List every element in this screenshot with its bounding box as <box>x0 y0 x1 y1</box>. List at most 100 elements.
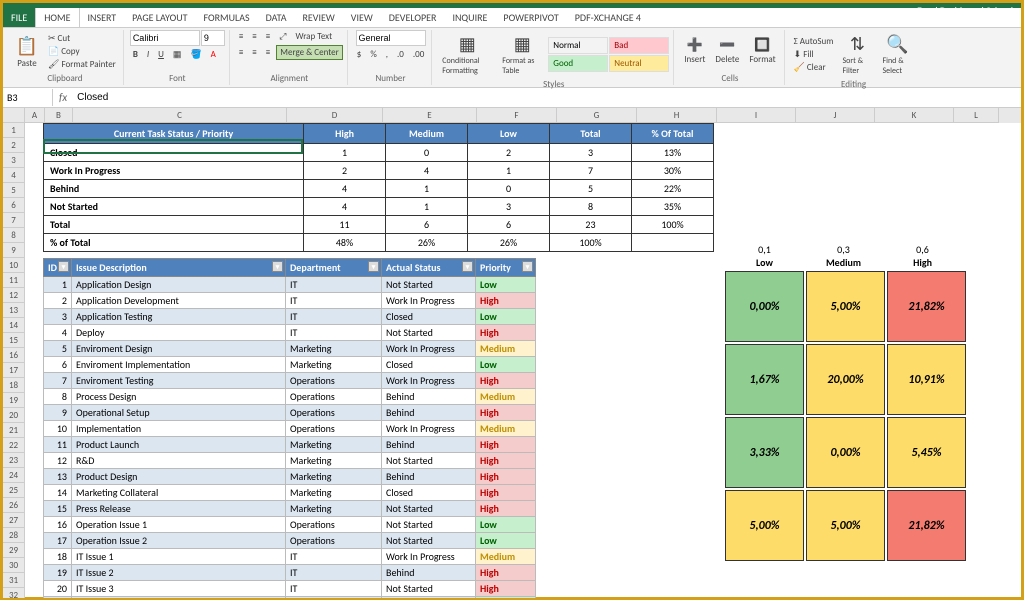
issue-priority[interactable]: Low <box>476 597 536 599</box>
table-row[interactable]: 1Application DesignITNot StartedLow <box>44 277 536 293</box>
summary-cell[interactable]: 100% <box>632 216 714 234</box>
table-row[interactable]: 8Process DesignOperationsBehindMedium <box>44 389 536 405</box>
issue-status[interactable]: Behind <box>382 565 476 581</box>
issue-status[interactable]: Work In Progress <box>382 341 476 357</box>
issue-id[interactable]: 21 <box>44 597 72 599</box>
table-row[interactable]: 4DeployITNot StartedHigh <box>44 325 536 341</box>
issue-priority[interactable]: High <box>476 293 536 309</box>
currency-button[interactable]: $ <box>354 48 365 61</box>
tab-data[interactable]: DATA <box>258 8 295 27</box>
summary-cell[interactable]: 0 <box>468 180 550 198</box>
style-bad[interactable]: Bad <box>609 37 669 54</box>
table-row[interactable]: 2Application DevelopmentITWork In Progre… <box>44 293 536 309</box>
row-header[interactable]: 15 <box>3 333 25 348</box>
summary-cell[interactable]: 5 <box>550 180 632 198</box>
issue-desc[interactable]: Product Design <box>72 469 286 485</box>
issue-priority[interactable]: Low <box>476 517 536 533</box>
issue-priority[interactable]: Medium <box>476 421 536 437</box>
copy-button[interactable]: 📄Copy <box>45 45 119 58</box>
align-mid-button[interactable]: ≡ <box>249 30 259 43</box>
issue-dept[interactable]: Marketing <box>286 437 382 453</box>
name-box[interactable]: B3 <box>3 89 53 106</box>
format-cells-button[interactable]: 🔲Format <box>745 36 779 67</box>
fill-button[interactable]: ⬇Fill <box>791 48 837 61</box>
heatmap-cell[interactable]: 3,33% <box>725 417 804 488</box>
summary-cell[interactable]: Not Started <box>44 198 304 216</box>
row-header[interactable]: 23 <box>3 453 25 468</box>
heatmap-cell[interactable]: 5,00% <box>806 271 885 342</box>
issue-priority[interactable]: Low <box>476 309 536 325</box>
issue-dept[interactable]: IT <box>286 325 382 341</box>
issue-desc[interactable]: IT Issue 1 <box>72 549 286 565</box>
row-header[interactable]: 14 <box>3 318 25 333</box>
issue-desc[interactable]: Application Development <box>72 293 286 309</box>
row-header[interactable]: 20 <box>3 408 25 423</box>
issue-id[interactable]: 18 <box>44 549 72 565</box>
cell-styles-gallery[interactable]: Normal Bad Good Neutral <box>548 37 669 72</box>
summary-cell[interactable]: 3 <box>550 144 632 162</box>
issues-header[interactable]: Actual Status▾ <box>382 259 476 277</box>
summary-cell[interactable]: % of Total <box>44 234 304 252</box>
issue-priority[interactable]: High <box>476 581 536 597</box>
wrap-text-button[interactable]: Wrap Text <box>292 30 335 43</box>
summary-cell[interactable]: 1 <box>386 198 468 216</box>
issue-desc[interactable]: R&D <box>72 453 286 469</box>
heatmap-cell[interactable]: 20,00% <box>806 344 885 415</box>
table-row[interactable]: 13Product DesignMarketingBehindHigh <box>44 469 536 485</box>
table-row[interactable]: 10ImplementationOperationsWork In Progre… <box>44 421 536 437</box>
issue-dept[interactable]: Operations <box>286 389 382 405</box>
issue-status[interactable]: Not Started <box>382 533 476 549</box>
bold-button[interactable]: B <box>130 48 141 61</box>
issue-desc[interactable]: Application Testing <box>72 309 286 325</box>
issue-id[interactable]: 9 <box>44 405 72 421</box>
summary-cell[interactable]: 35% <box>632 198 714 216</box>
style-normal[interactable]: Normal <box>548 37 608 54</box>
select-all-corner[interactable] <box>3 108 25 123</box>
issue-dept[interactable]: Operations <box>286 405 382 421</box>
issue-status[interactable]: Not Started <box>382 581 476 597</box>
issue-dept[interactable]: Operations <box>286 533 382 549</box>
summary-cell[interactable]: 11 <box>304 216 386 234</box>
issue-id[interactable]: 13 <box>44 469 72 485</box>
summary-cell[interactable]: 26% <box>468 234 550 252</box>
issue-priority[interactable]: High <box>476 565 536 581</box>
summary-cell[interactable]: Closed <box>44 144 304 162</box>
table-row[interactable]: 17Operation Issue 2OperationsNot Started… <box>44 533 536 549</box>
row-header[interactable]: 17 <box>3 363 25 378</box>
issue-id[interactable]: 12 <box>44 453 72 469</box>
tab-pdf-xchange-4[interactable]: PDF-XChange 4 <box>567 8 649 27</box>
issue-dept[interactable]: Operations <box>286 517 382 533</box>
tab-view[interactable]: VIEW <box>343 8 381 27</box>
issue-priority[interactable]: High <box>476 485 536 501</box>
tab-file[interactable]: FILE <box>3 8 35 27</box>
summary-cell[interactable]: 4 <box>304 198 386 216</box>
inc-decimal-button[interactable]: .0 <box>394 48 407 61</box>
align-top-button[interactable]: ≡ <box>236 30 246 43</box>
table-row[interactable]: 12R&DMarketingNot StartedHigh <box>44 453 536 469</box>
row-header[interactable]: 27 <box>3 513 25 528</box>
tab-developer[interactable]: DEVELOPER <box>381 8 445 27</box>
issue-dept[interactable]: Operations <box>286 421 382 437</box>
issue-dept[interactable]: Marketing <box>286 597 382 599</box>
align-center-button[interactable]: ≡ <box>249 45 259 60</box>
fill-color-button[interactable]: 🪣 <box>187 48 204 61</box>
merge-center-button[interactable]: Merge & Center <box>276 45 343 60</box>
issue-dept[interactable]: Marketing <box>286 501 382 517</box>
issue-dept[interactable]: Marketing <box>286 453 382 469</box>
issue-dept[interactable]: Marketing <box>286 357 382 373</box>
row-header[interactable]: 22 <box>3 438 25 453</box>
issue-status[interactable]: Behind <box>382 405 476 421</box>
summary-cell[interactable]: 6 <box>468 216 550 234</box>
table-row[interactable]: 5Enviroment DesignMarketingWork In Progr… <box>44 341 536 357</box>
issue-desc[interactable]: Implementation <box>72 421 286 437</box>
issue-status[interactable]: Work In Progress <box>382 549 476 565</box>
issue-desc[interactable]: Operational Setup <box>72 405 286 421</box>
row-header[interactable]: 32 <box>3 588 25 598</box>
tab-inquire[interactable]: INQUIRE <box>444 8 495 27</box>
summary-cell[interactable]: 6 <box>386 216 468 234</box>
issue-status[interactable]: Closed <box>382 485 476 501</box>
issue-id[interactable]: 5 <box>44 341 72 357</box>
summary-cell[interactable]: 1 <box>468 162 550 180</box>
issue-priority[interactable]: High <box>476 437 536 453</box>
delete-cells-button[interactable]: ➖Delete <box>711 36 743 67</box>
